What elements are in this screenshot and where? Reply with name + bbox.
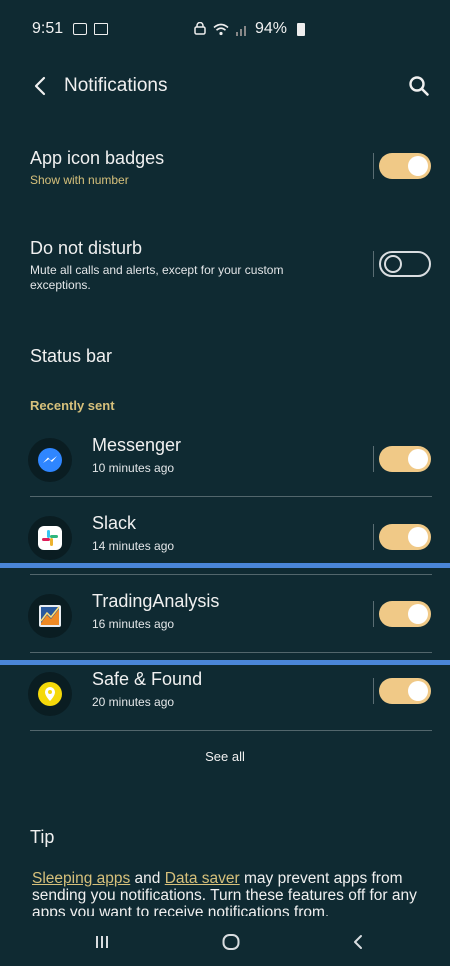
trading-analysis-icon	[39, 605, 61, 627]
setting-subtitle: Show with number	[30, 173, 129, 187]
home-button[interactable]	[219, 930, 243, 954]
do-not-disturb-setting[interactable]: Do not disturb Mute all calls and alerts…	[30, 238, 330, 293]
messenger-icon	[38, 448, 62, 472]
slack-toggle[interactable]	[379, 524, 431, 550]
toggle-knob	[408, 156, 428, 176]
back-icon	[354, 935, 362, 949]
wifi-icon	[213, 23, 229, 35]
navigation-bar	[0, 918, 450, 966]
safe-found-icon	[38, 682, 62, 706]
chevron-left-icon	[34, 76, 46, 96]
app-header: Notifications	[0, 63, 450, 109]
signal-icon	[236, 25, 246, 36]
messenger-toggle[interactable]	[379, 446, 431, 472]
toggle-knob	[408, 527, 428, 547]
divider	[373, 153, 374, 179]
toggle-knob	[408, 449, 428, 469]
status-bar: 9:51 94%	[0, 0, 450, 58]
app-time: 20 minutes ago	[92, 695, 175, 709]
toggle-knob	[384, 255, 402, 273]
status-indicators: 94%	[193, 20, 306, 38]
recent-apps-icon	[96, 936, 108, 948]
divider	[373, 524, 374, 550]
row-divider	[30, 574, 432, 575]
page-title: Notifications	[64, 75, 168, 96]
battery-percent: 94%	[255, 20, 288, 37]
app-icon-container	[28, 516, 72, 560]
recent-apps-button[interactable]	[90, 930, 114, 954]
app-time: 10 minutes ago	[92, 461, 175, 475]
divider	[373, 601, 374, 627]
setting-title: App icon badges	[30, 148, 165, 168]
app-name: TradingAnalysis	[92, 591, 220, 611]
setting-title: Do not disturb	[30, 238, 143, 258]
toggle-knob	[408, 604, 428, 624]
search-icon	[409, 76, 429, 96]
divider	[373, 446, 374, 472]
slack-icon	[38, 526, 62, 550]
row-divider	[30, 652, 432, 653]
toggle-knob	[408, 681, 428, 701]
search-button[interactable]	[408, 75, 430, 97]
safe-found-toggle[interactable]	[379, 678, 431, 704]
row-divider	[30, 730, 432, 731]
highlight-line-top	[0, 563, 450, 568]
vpn-icon	[194, 22, 206, 35]
tip-heading: Tip	[30, 827, 55, 847]
app-icon-badges-setting[interactable]: App icon badges Show with number	[30, 148, 360, 187]
app-icon-container	[28, 672, 72, 716]
do-not-disturb-toggle[interactable]	[379, 251, 431, 277]
back-button[interactable]	[30, 74, 50, 98]
app-name: Messenger	[92, 435, 182, 455]
recently-sent-header: Recently sent	[30, 398, 115, 413]
data-saver-link[interactable]: Data saver	[165, 870, 240, 887]
status-time: 9:51	[32, 20, 64, 37]
divider	[373, 251, 374, 277]
notifications-screen: 9:51 94% Notifications App icon badges S…	[0, 0, 450, 966]
app-icon-badges-toggle[interactable]	[379, 153, 431, 179]
app-name: Safe & Found	[92, 669, 203, 689]
see-all-button[interactable]: See all	[0, 749, 450, 764]
app-time: 14 minutes ago	[92, 539, 175, 553]
divider	[373, 678, 374, 704]
setting-subtitle: Mute all calls and alerts, except for yo…	[30, 263, 284, 292]
app-time: 16 minutes ago	[92, 617, 175, 631]
status-bar-setting[interactable]: Status bar	[30, 346, 112, 367]
home-icon	[222, 934, 240, 950]
app-name: Slack	[92, 513, 137, 533]
gallery-notification-icon	[73, 23, 88, 35]
battery-icon	[297, 22, 306, 36]
app-icon-container	[28, 594, 72, 638]
row-divider	[30, 496, 432, 497]
nav-back-button[interactable]	[346, 930, 370, 954]
tip-text: Sleeping apps and Data saver may prevent…	[32, 870, 424, 916]
app-icon-container	[28, 438, 72, 482]
tip-text-part: and	[130, 870, 165, 887]
app-notification-icon	[94, 23, 109, 35]
sleeping-apps-link[interactable]: Sleeping apps	[32, 870, 130, 887]
trading-analysis-toggle[interactable]	[379, 601, 431, 627]
